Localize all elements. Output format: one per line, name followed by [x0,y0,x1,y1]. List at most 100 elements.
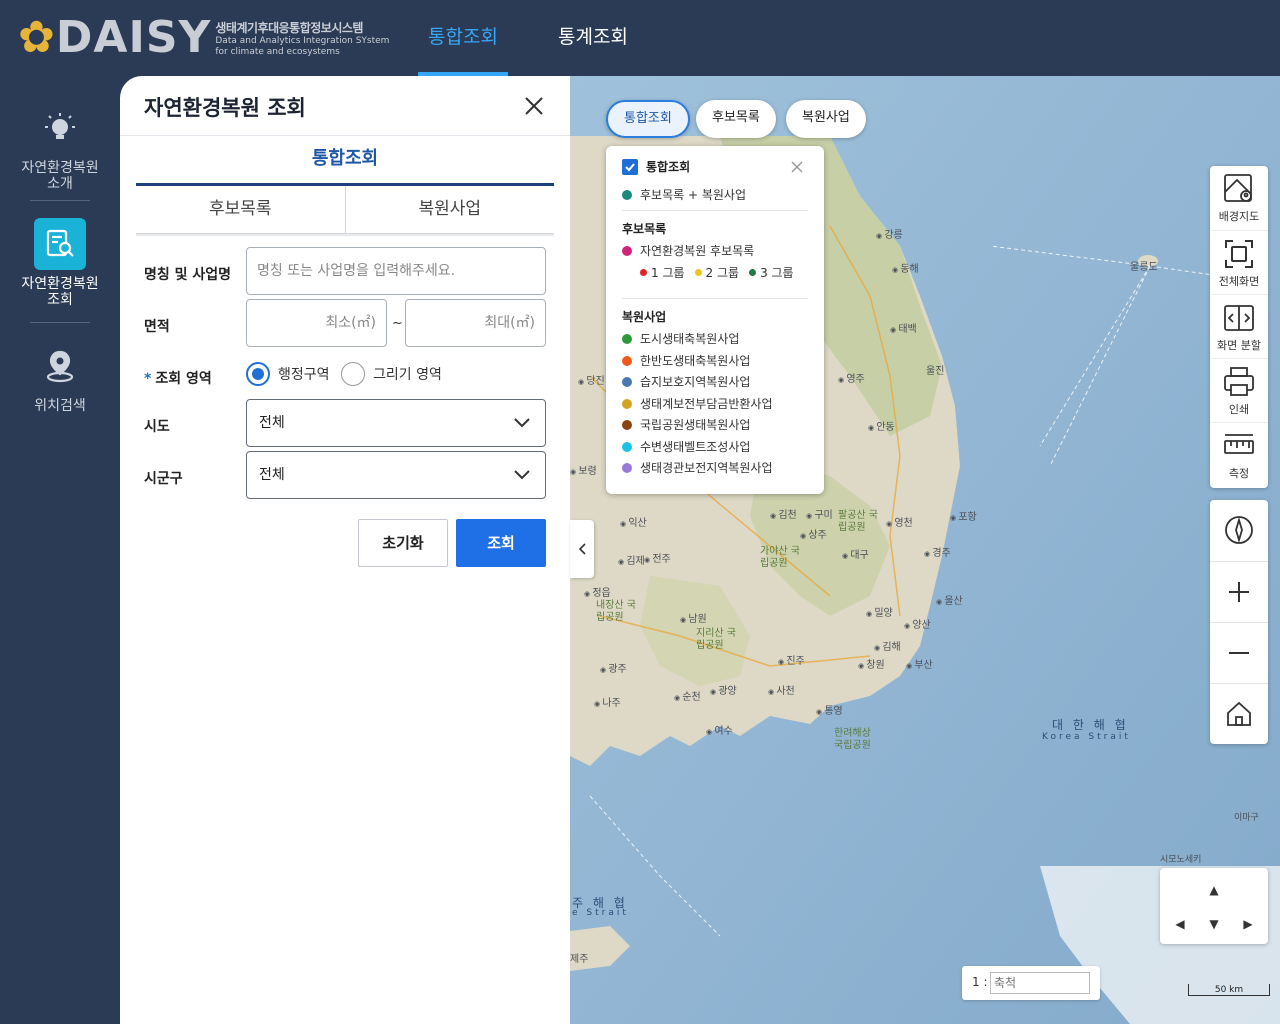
chip-integrated[interactable]: 통합조회 [606,100,690,138]
rail-item-search[interactable]: 자연환경복원 조회 [0,218,120,308]
sigungu-value: 전체 [259,467,285,483]
legend-project-row: 도시생태축복원사업 [622,330,739,347]
pan-control: ▲ ◀ ▼ ▶ [1160,868,1268,944]
sido-label: 시도 [144,419,170,435]
scale-bar: 50 km [1188,984,1270,996]
legend-project-row: 한반도생태축복원사업 [622,352,750,369]
chip-projects[interactable]: 복원사업 [786,100,866,138]
legend-combined-label: 후보목록 + 복원사업 [640,188,747,202]
search-button[interactable]: 조회 [456,519,546,567]
logo-korean-title: 생태계기후대응통합정보시스템 [215,20,363,35]
legend-dot [622,189,632,200]
legend-dot [749,269,757,276]
legend-project-row: 생태계보전부담금반환사업 [622,395,772,412]
legend-group-label: 2 그룹 [705,266,740,280]
legend-dot [622,462,632,473]
logo-english-line2: for climate and ecosystems [215,46,340,57]
area-max-input[interactable] [405,299,546,347]
name-input[interactable] [246,247,546,295]
map-label-city: 김천 [770,506,796,521]
rail-divider [30,200,90,201]
radio-admin-area-label: 행정구역 [278,367,330,383]
pan-up-icon[interactable]: ▲ [1204,880,1224,900]
sigungu-select[interactable]: 전체 [246,451,546,499]
rail-item-search-label1: 자연환경복원 [21,276,99,292]
rail-item-location-label: 위치검색 [34,398,86,414]
pan-down-icon[interactable]: ▼ [1204,914,1224,934]
radio-draw-area[interactable]: 그리기 영역 [341,362,442,386]
area-min-input[interactable] [246,299,387,347]
map-label-park: 팔공산 국립공원 [838,510,878,533]
measure-button[interactable]: 측정 [1210,422,1268,486]
legend-dot [622,245,632,256]
fullscreen-icon [1225,240,1253,268]
map-label-city: 양산 [904,616,930,631]
home-icon [1227,701,1251,726]
pan-right-icon[interactable]: ▶ [1238,914,1258,934]
map-label-city: 여수 [706,722,732,737]
panel-collapse-button[interactable] [570,520,594,578]
legend-candidate-label: 자연환경복원 후보목록 [640,244,755,258]
split-screen-button[interactable]: 화면 분할 [1210,294,1268,358]
map-label-city: 상주 [800,526,826,541]
legend-candidate-row: 자연환경복원 후보목록 [622,242,754,259]
reset-button[interactable]: 초기화 [358,519,448,567]
tab-candidates[interactable]: 후보목록 [136,186,345,233]
legend-project-label: 국립공원생태복원사업 [640,418,751,432]
close-icon[interactable] [790,160,804,174]
sub-tabs: 후보목록 복원사업 [136,186,554,234]
sigungu-label: 시군구 [144,471,183,487]
fullscreen-button[interactable]: 전체화면 [1210,230,1268,294]
search-panel: 자연환경복원 조회 통합조회 후보목록 복원사업 명칭 및 사업명 면적 ~ *… [120,76,570,1024]
basemap-button[interactable]: 배경지도 [1210,166,1268,230]
map-label-city: 김제 [618,552,644,567]
zoom-out-button[interactable] [1210,622,1268,682]
nav-tab-statistics[interactable]: 통계조회 [548,0,638,76]
scale-prefix: 1 : [972,975,988,989]
close-icon[interactable] [522,94,546,118]
chip-candidates[interactable]: 후보목록 [696,100,776,138]
map-label-city: 안동 [868,418,894,433]
basemap-label: 배경지도 [1218,210,1260,223]
map-label-city: 순천 [674,688,700,703]
map-label-city: 진주 [778,652,804,667]
logo-text: DAISY [55,12,212,63]
area-separator: ~ [392,316,403,331]
sido-value: 전체 [259,415,285,431]
radio-admin-area[interactable]: 행정구역 [246,362,330,386]
map-label-city: 남원 [680,610,706,625]
map-label-city: 광주 [600,660,626,675]
region-label-text: 조회 영역 [155,371,212,387]
map-label-city: 보령 [570,462,596,477]
pan-left-icon[interactable]: ◀ [1170,914,1190,934]
legend-title-row[interactable]: 통합조회 [622,158,690,175]
compass-button[interactable] [1210,500,1268,560]
print-label: 인쇄 [1228,403,1250,416]
map-label-city: 울진 [926,366,945,377]
map-tool-panel: 배경지도 전체화면 화면 분할 인쇄 측정 [1210,166,1268,488]
legend-dot [622,355,632,366]
sido-select[interactable]: 전체 [246,399,546,447]
required-mark: * [144,371,152,387]
name-label: 명칭 및 사업명 [144,267,232,283]
checkbox-checked-icon[interactable] [622,158,638,175]
scale-input[interactable] [990,972,1090,994]
tab-integrated[interactable]: 통합조회 [136,136,554,186]
legend-project-label: 생태계보전부담금반환사업 [640,397,773,411]
home-button[interactable] [1210,683,1268,743]
legend-project-head: 복원사업 [622,310,667,324]
print-button[interactable]: 인쇄 [1210,358,1268,422]
nav-tab-integrated-search[interactable]: 통합조회 [418,0,508,76]
map-label-sea-en: e Strait [572,908,629,918]
map-label-city: 포항 [950,508,976,523]
zoom-in-button[interactable] [1210,561,1268,621]
scale-control: 1 : [962,966,1100,1000]
rail-item-intro[interactable]: 자연환경복원 소개 [0,102,120,192]
daisy-logo[interactable]: ✿DAISY 생태계기후대응통합정보시스템 Data and Analytics… [18,14,389,62]
legend-divider [622,298,808,299]
rail-item-location[interactable]: 위치검색 [0,340,120,414]
legend-project-row: 국립공원생태복원사업 [622,416,750,433]
legend-dot [694,269,702,276]
split-screen-label: 화면 분할 [1217,339,1261,352]
tab-projects[interactable]: 복원사업 [344,186,555,233]
